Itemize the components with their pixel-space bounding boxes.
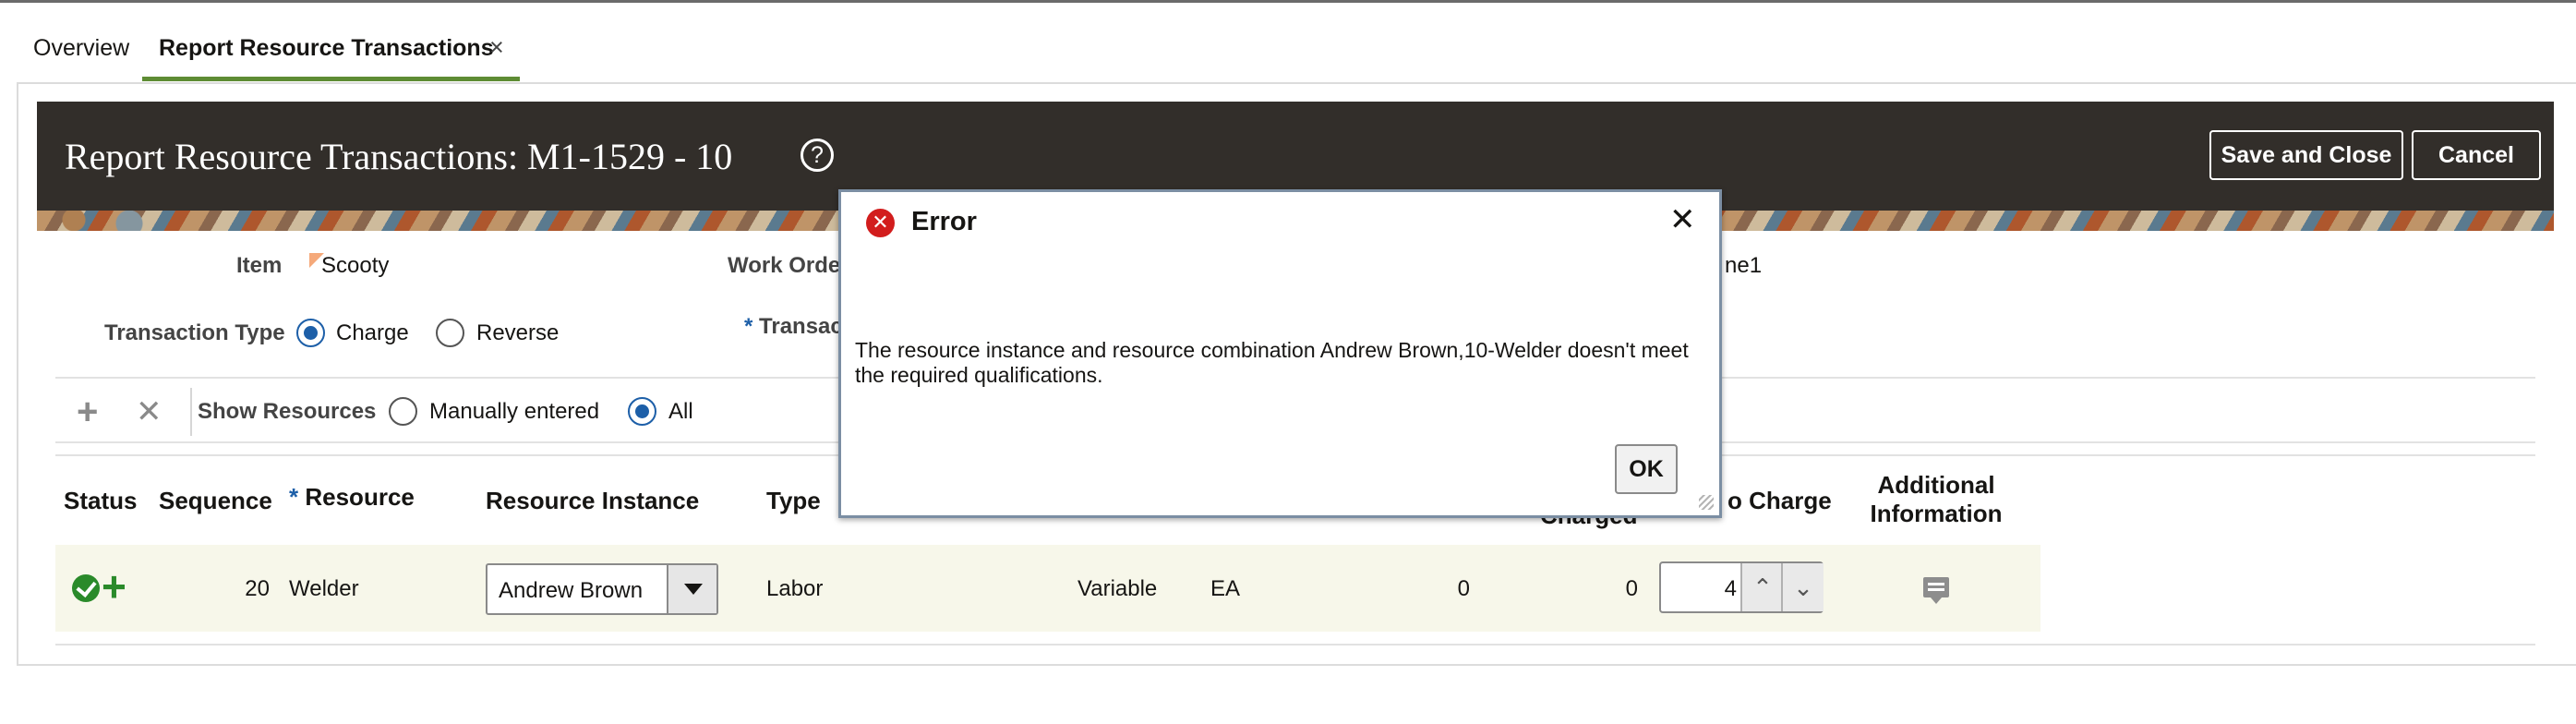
radio-manually-entered[interactable]: [389, 397, 417, 426]
required-marker: *: [744, 314, 753, 339]
tab-report-resource-transactions[interactable]: Report Resource Transactions: [159, 35, 494, 62]
active-tab-indicator: [142, 77, 520, 81]
cell-required-quantity: 0: [1457, 576, 1470, 601]
close-icon[interactable]: ✕: [1669, 201, 1696, 238]
error-dialog[interactable]: ✕ Error ✕ The resource instance and reso…: [838, 189, 1722, 518]
cell-uom: EA: [1210, 576, 1241, 601]
tab-close-icon[interactable]: ×: [489, 33, 504, 62]
chevron-down-icon[interactable]: [667, 565, 716, 613]
page-title: Report Resource Transactions: M1-1529 - …: [65, 136, 733, 177]
radio-manually-entered-label: Manually entered: [429, 399, 600, 424]
dialog-title: Error: [911, 207, 977, 236]
work-order-label: Work Orde: [728, 253, 841, 278]
col-header-additional-line1: Additional: [1877, 471, 1995, 499]
cancel-button[interactable]: Cancel: [2412, 130, 2541, 180]
error-message: The resource instance and resource combi…: [855, 338, 1689, 387]
radio-all[interactable]: [628, 397, 656, 426]
show-resources-label: Show Resources: [198, 399, 377, 424]
col-header-additional-information: Additional Information: [1858, 471, 2015, 528]
transaction-type-label: Transaction Type: [104, 320, 285, 345]
transaction-date-label-text: Transac: [759, 314, 843, 339]
status-success-icon: [72, 574, 100, 602]
resize-grip-icon[interactable]: [1699, 495, 1714, 510]
col-header-resource-instance: Resource Instance: [486, 487, 700, 514]
col-header-additional-line2: Information: [1870, 500, 2003, 527]
delete-row-icon[interactable]: ✕: [136, 393, 163, 430]
col-header-type: Type: [766, 487, 821, 514]
radio-all-label: All: [668, 399, 693, 424]
resource-instance-value: Andrew Brown: [499, 578, 644, 603]
chevron-down-icon[interactable]: ⌄: [1781, 563, 1824, 611]
quantity-to-charge-stepper[interactable]: 4 ⌃ ⌄: [1659, 561, 1824, 613]
chevron-up-icon[interactable]: ⌃: [1740, 563, 1783, 611]
additional-information-icon[interactable]: [1923, 577, 1949, 604]
cell-type: Labor: [766, 576, 824, 601]
toolbar-separator: [190, 388, 192, 436]
divider: [55, 644, 2535, 646]
col-header-resource-text: Resource: [305, 483, 415, 511]
cell-resource[interactable]: Welder: [289, 576, 359, 602]
radio-charge[interactable]: [296, 319, 325, 347]
help-icon[interactable]: ?: [800, 139, 834, 172]
error-icon: ✕: [866, 209, 895, 237]
radio-reverse-label: Reverse: [476, 320, 560, 345]
resource-instance-select[interactable]: Andrew Brown: [486, 563, 718, 615]
transaction-date-label: * Transac: [744, 314, 843, 340]
col-header-status: Status: [64, 487, 138, 514]
item-value[interactable]: Scooty: [321, 253, 389, 279]
tab-overview[interactable]: Overview: [33, 35, 129, 62]
item-label: Item: [236, 253, 283, 278]
add-row-icon[interactable]: +: [77, 393, 98, 430]
required-marker: *: [289, 483, 299, 511]
operation-value: ne1: [1725, 253, 1763, 278]
quantity-to-charge-value[interactable]: 4: [1661, 576, 1737, 602]
top-border: [0, 0, 2576, 3]
radio-reverse[interactable]: [436, 319, 464, 347]
radio-charge-label: Charge: [336, 320, 409, 345]
col-header-to-charge: o Charge: [1727, 487, 1832, 514]
cell-charged-quantity: 0: [1625, 576, 1638, 601]
save-and-close-button[interactable]: Save and Close: [2209, 130, 2403, 180]
col-header-resource[interactable]: * Resource: [289, 483, 415, 512]
new-row-icon: +: [102, 562, 126, 610]
ok-button[interactable]: OK: [1615, 444, 1678, 494]
cell-sequence: 20: [245, 576, 270, 601]
col-header-sequence: Sequence: [159, 487, 272, 514]
cell-basis: Variable: [1077, 576, 1158, 601]
